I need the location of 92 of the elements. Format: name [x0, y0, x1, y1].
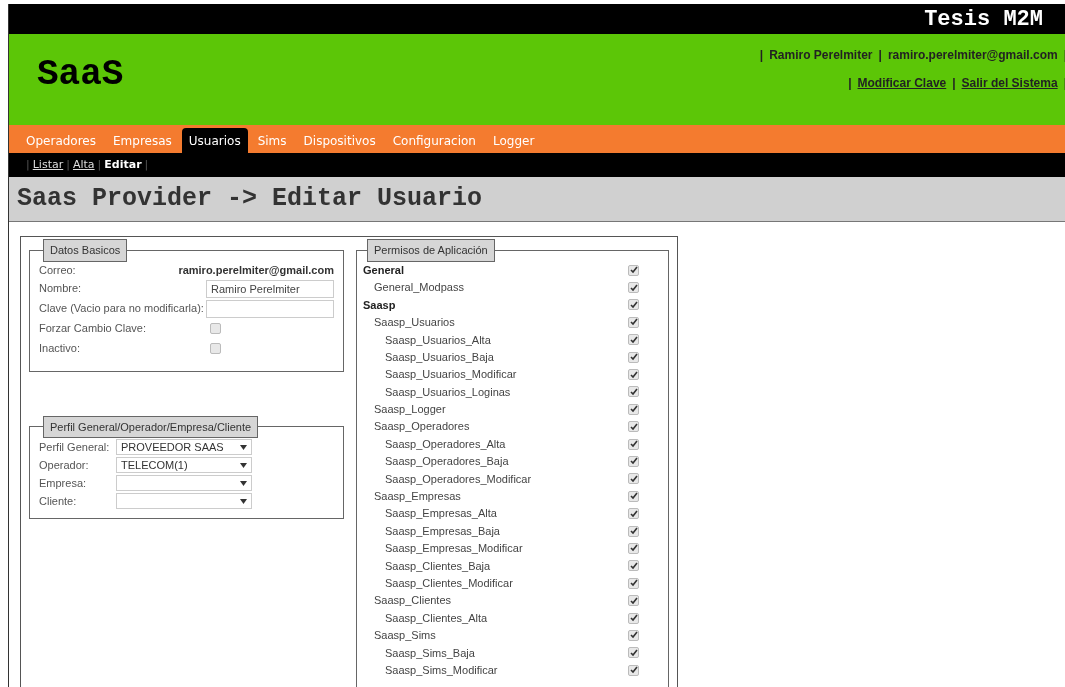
dropdown-arrow-icon [240, 462, 247, 468]
checkbox[interactable] [628, 560, 639, 572]
checkbox[interactable] [628, 629, 639, 641]
field-label: Clave (Vacio para no modificarla): [39, 301, 205, 317]
permission-label: Saasp_Clientes_Alta [385, 610, 488, 626]
checkbox[interactable] [628, 316, 639, 328]
checkbox[interactable] [628, 490, 639, 502]
checkbox[interactable] [628, 386, 639, 398]
select-field[interactable]: TELECOM(1) [116, 457, 252, 473]
nav-tab[interactable]: Usuarios [181, 128, 248, 153]
field-label: Perfil General: [39, 439, 109, 455]
separator: | [97, 156, 102, 173]
separator: | [848, 75, 852, 92]
checkbox[interactable] [628, 369, 639, 381]
permission-label: Saasp_Empresas_Alta [385, 506, 497, 522]
checkbox[interactable] [628, 595, 639, 607]
permission-label: Saasp [363, 297, 396, 313]
logo: SaaS [37, 53, 124, 97]
checkbox[interactable] [628, 525, 639, 537]
permission-label: Saasp_Clientes [374, 593, 452, 609]
text-field[interactable]: Ramiro Perelmiter [206, 279, 334, 298]
fieldset-legend: Perfil General/Operador/Empresa/Cliente [43, 415, 259, 438]
permission-label: Saasp_Sims_Modificar [385, 662, 498, 678]
select-field[interactable]: PROVEEDOR SAAS [116, 439, 252, 455]
permission-label: Saasp_Operadores_Baja [385, 454, 509, 470]
dropdown-arrow-icon [240, 498, 247, 504]
page-title: Saas Provider -> Editar Usuario [17, 183, 483, 216]
sub-nav-link[interactable]: Editar [104, 156, 142, 174]
checkbox[interactable] [628, 264, 639, 276]
checkbox[interactable] [628, 403, 639, 415]
separator: | [878, 47, 882, 64]
permission-label: General [363, 262, 404, 278]
permission-label: Saasp_Empresas_Baja [385, 523, 500, 539]
dropdown-arrow-icon [240, 444, 247, 450]
checkbox[interactable] [210, 323, 221, 334]
fieldset-legend: Permisos de Aplicación [367, 239, 495, 262]
field-label: Empresa: [39, 475, 88, 491]
checkbox[interactable] [210, 343, 221, 354]
permission-label: Saasp_Logger [374, 402, 446, 418]
separator: | [66, 156, 70, 173]
field-label: Cliente: [39, 493, 78, 509]
separator: | [759, 47, 764, 64]
checkbox[interactable] [628, 647, 639, 659]
checkbox[interactable] [628, 473, 639, 485]
email-value: ramiro.perelmiter@gmail.com [178, 262, 334, 278]
sub-nav-link[interactable]: Listar [32, 156, 64, 174]
permission-label: Saasp_Empresas_Modificar [385, 541, 523, 557]
permission-label: Saasp_Clientes_Modificar [385, 575, 513, 591]
permission-label: General_Modpass [374, 280, 464, 296]
permission-label: Saasp_Operadores_Modificar [385, 471, 532, 487]
permission-label: Saasp_Usuarios_Baja [385, 349, 494, 365]
permission-label: Saasp_Empresas [374, 489, 461, 504]
fieldset-legend: Datos Basicos [43, 239, 128, 262]
permission-label: Saasp_Usuarios [374, 315, 455, 331]
separator: | [952, 75, 956, 92]
site-title: Tesis M2M [924, 5, 1043, 34]
field-label: Forzar Cambio Clave: [39, 321, 147, 337]
separator: | [26, 156, 30, 173]
permission-label: Saasp_Usuarios_Loginas [385, 384, 511, 400]
select-field[interactable] [116, 475, 252, 491]
field-label: Nombre: [39, 281, 83, 297]
select-field[interactable] [116, 493, 252, 509]
permission-label: Saasp_Clientes_Baja [385, 558, 491, 574]
sub-nav-link[interactable]: Alta [72, 156, 95, 174]
checkbox[interactable] [628, 456, 639, 467]
checkbox[interactable] [628, 282, 639, 294]
checkbox[interactable] [628, 612, 639, 624]
header-link[interactable]: Modificar Clave [857, 74, 947, 92]
permission-label: Saasp_Operadores_Alta [385, 436, 506, 452]
permission-label: Saasp_Sims [374, 628, 436, 644]
checkbox[interactable] [628, 438, 639, 450]
checkbox[interactable] [628, 421, 639, 433]
field-label: Correo: [39, 262, 76, 278]
permission-label: Saasp_Operadores [374, 419, 470, 435]
checkbox[interactable] [628, 508, 639, 520]
checkbox[interactable] [628, 299, 639, 311]
text-field[interactable] [206, 299, 334, 318]
dropdown-arrow-icon [240, 480, 247, 486]
permission-label: Saasp_Usuarios_Modificar [385, 367, 517, 383]
field-label: Inactivo: [39, 341, 81, 357]
checkbox[interactable] [628, 577, 639, 589]
checkbox[interactable] [628, 664, 639, 676]
permission-label: Saasp_Sims_Baja [385, 645, 475, 661]
separator: | [144, 156, 149, 173]
field-label: Operador: [39, 457, 90, 473]
user-info: ramiro.perelmiter@gmail.com [887, 47, 1058, 64]
permission-label: Saasp_Usuarios_Alta [385, 332, 491, 348]
header-link[interactable]: Salir del Sistema [961, 74, 1058, 92]
checkbox[interactable] [628, 542, 639, 554]
user-info: Ramiro Perelmiter [769, 47, 873, 64]
checkbox[interactable] [628, 351, 639, 363]
checkbox[interactable] [628, 334, 639, 346]
